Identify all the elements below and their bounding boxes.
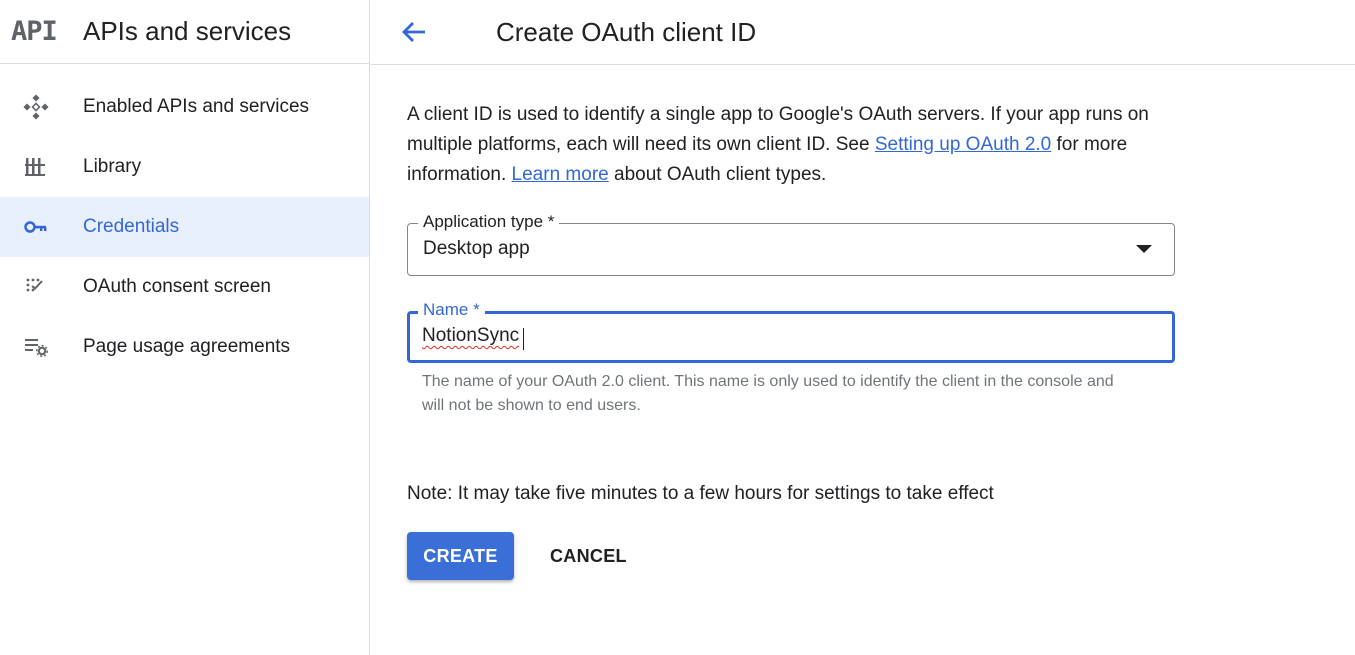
page-title: Create OAuth client ID bbox=[496, 16, 757, 47]
application-type-select[interactable]: Application type * Desktop app bbox=[407, 212, 1175, 276]
arrow-back-icon bbox=[402, 22, 425, 42]
setting-up-oauth-link[interactable]: Setting up OAuth 2.0 bbox=[875, 134, 1051, 155]
intro-part3: about OAuth client types. bbox=[608, 164, 827, 185]
name-hint: The name of your OAuth 2.0 client. This … bbox=[422, 373, 1114, 414]
back-button[interactable] bbox=[400, 18, 428, 46]
name-field[interactable]: Name * NotionSync bbox=[407, 300, 1175, 363]
sidebar-item-library[interactable]: Library bbox=[0, 137, 369, 197]
enabled-apis-icon bbox=[0, 94, 83, 120]
sidebar-item-enabled-apis[interactable]: Enabled APIs and services bbox=[0, 77, 369, 137]
name-input[interactable]: NotionSync bbox=[422, 325, 519, 347]
sidebar-item-label: Library bbox=[83, 156, 142, 177]
dropdown-arrow-icon bbox=[1136, 245, 1152, 253]
api-logo: API bbox=[11, 16, 58, 47]
text-cursor bbox=[523, 328, 524, 350]
key-icon bbox=[0, 214, 83, 240]
sidebar-item-label: Page usage agreements bbox=[83, 336, 291, 357]
sidebar: API APIs and services Enabled APIs and s… bbox=[0, 0, 370, 655]
sidebar-item-credentials[interactable]: Credentials bbox=[0, 197, 369, 257]
settings-list-icon bbox=[0, 335, 83, 359]
page-header: Create OAuth client ID bbox=[371, 0, 1355, 65]
sidebar-item-oauth-consent[interactable]: OAuth consent screen bbox=[0, 257, 369, 317]
name-input-value: NotionSync bbox=[422, 325, 520, 346]
intro-text: A client ID is used to identify a single… bbox=[407, 100, 1177, 190]
sidebar-item-label: OAuth consent screen bbox=[83, 276, 271, 297]
sidebar-item-page-usage[interactable]: Page usage agreements bbox=[0, 317, 369, 377]
settings-note: Note: It may take five minutes to a few … bbox=[407, 483, 994, 504]
cancel-button[interactable]: CANCEL bbox=[550, 546, 627, 567]
learn-more-link[interactable]: Learn more bbox=[512, 164, 609, 185]
sidebar-header: API APIs and services bbox=[0, 0, 369, 64]
consent-screen-icon bbox=[0, 275, 83, 299]
form-actions: CREATE CANCEL bbox=[407, 532, 1177, 580]
library-icon bbox=[0, 155, 83, 179]
create-button[interactable]: CREATE bbox=[407, 532, 514, 580]
application-type-value: Desktop app bbox=[423, 238, 530, 259]
sidebar-nav: Enabled APIs and services Library Creden… bbox=[0, 77, 369, 377]
sidebar-title: APIs and services bbox=[83, 16, 292, 46]
application-type-label: Application type * bbox=[418, 212, 560, 232]
name-label: Name * bbox=[418, 300, 485, 320]
main-content: A client ID is used to identify a single… bbox=[407, 100, 1177, 580]
sidebar-item-label: Credentials bbox=[83, 216, 180, 237]
sidebar-item-label: Enabled APIs and services bbox=[83, 96, 310, 117]
